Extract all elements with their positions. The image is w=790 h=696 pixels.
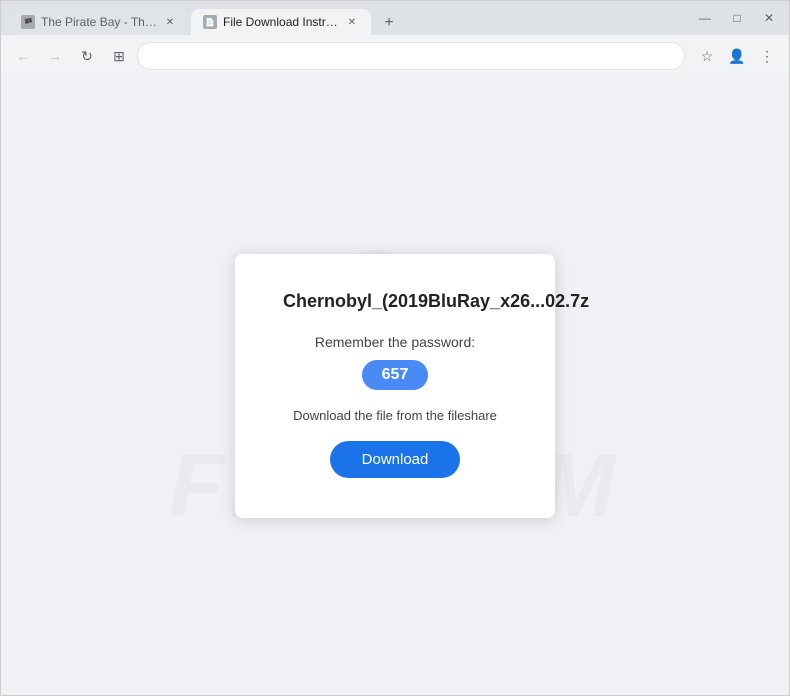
tab-title-1: The Pirate Bay - The galaxy's m... bbox=[41, 15, 157, 29]
toolbar-right: ☆ 👤 ⋮ bbox=[693, 42, 781, 70]
forward-button[interactable]: → bbox=[41, 42, 69, 70]
menu-button[interactable]: ⋮ bbox=[753, 42, 781, 70]
extensions-button[interactable]: ⊞ bbox=[105, 42, 133, 70]
window-controls: — □ ✕ bbox=[693, 6, 781, 30]
password-badge: 657 bbox=[362, 360, 429, 390]
page-content: FISHKUM Chernobyl_(2019BluRay_x26...02.7… bbox=[1, 77, 789, 695]
tab-favicon-1: 🏴 bbox=[21, 15, 35, 29]
bookmark-button[interactable]: ☆ bbox=[693, 42, 721, 70]
maximize-button[interactable]: □ bbox=[725, 6, 749, 30]
minimize-button[interactable]: — bbox=[693, 6, 717, 30]
fileshare-text: Download the file from the fileshare bbox=[283, 408, 507, 423]
title-bar: 🏴 The Pirate Bay - The galaxy's m... ✕ 📄… bbox=[1, 1, 789, 35]
remember-text: Remember the password: bbox=[283, 334, 507, 350]
tab-favicon-2: 📄 bbox=[203, 15, 217, 29]
tab-piratebay[interactable]: 🏴 The Pirate Bay - The galaxy's m... ✕ bbox=[9, 9, 189, 35]
download-card: Chernobyl_(2019BluRay_x26...02.7z Rememb… bbox=[235, 254, 555, 517]
back-button[interactable]: ← bbox=[9, 42, 37, 70]
browser-window: 🏴 The Pirate Bay - The galaxy's m... ✕ 📄… bbox=[0, 0, 790, 696]
card-title: Chernobyl_(2019BluRay_x26...02.7z bbox=[283, 290, 507, 313]
tab-filedownload[interactable]: 📄 File Download Instructions for... ✕ bbox=[191, 9, 371, 35]
tab-bar: 🏴 The Pirate Bay - The galaxy's m... ✕ 📄… bbox=[9, 1, 401, 35]
address-bar[interactable] bbox=[137, 42, 685, 70]
new-tab-button[interactable]: + bbox=[377, 11, 401, 35]
reload-button[interactable]: ↻ bbox=[73, 42, 101, 70]
tab-close-2[interactable]: ✕ bbox=[345, 15, 359, 29]
tab-close-1[interactable]: ✕ bbox=[163, 15, 177, 29]
download-button[interactable]: Download bbox=[330, 441, 461, 478]
close-button[interactable]: ✕ bbox=[757, 6, 781, 30]
address-bar-row: ← → ↻ ⊞ ☆ 👤 ⋮ bbox=[1, 35, 789, 77]
profile-button[interactable]: 👤 bbox=[723, 42, 751, 70]
tab-title-2: File Download Instructions for... bbox=[223, 15, 339, 29]
